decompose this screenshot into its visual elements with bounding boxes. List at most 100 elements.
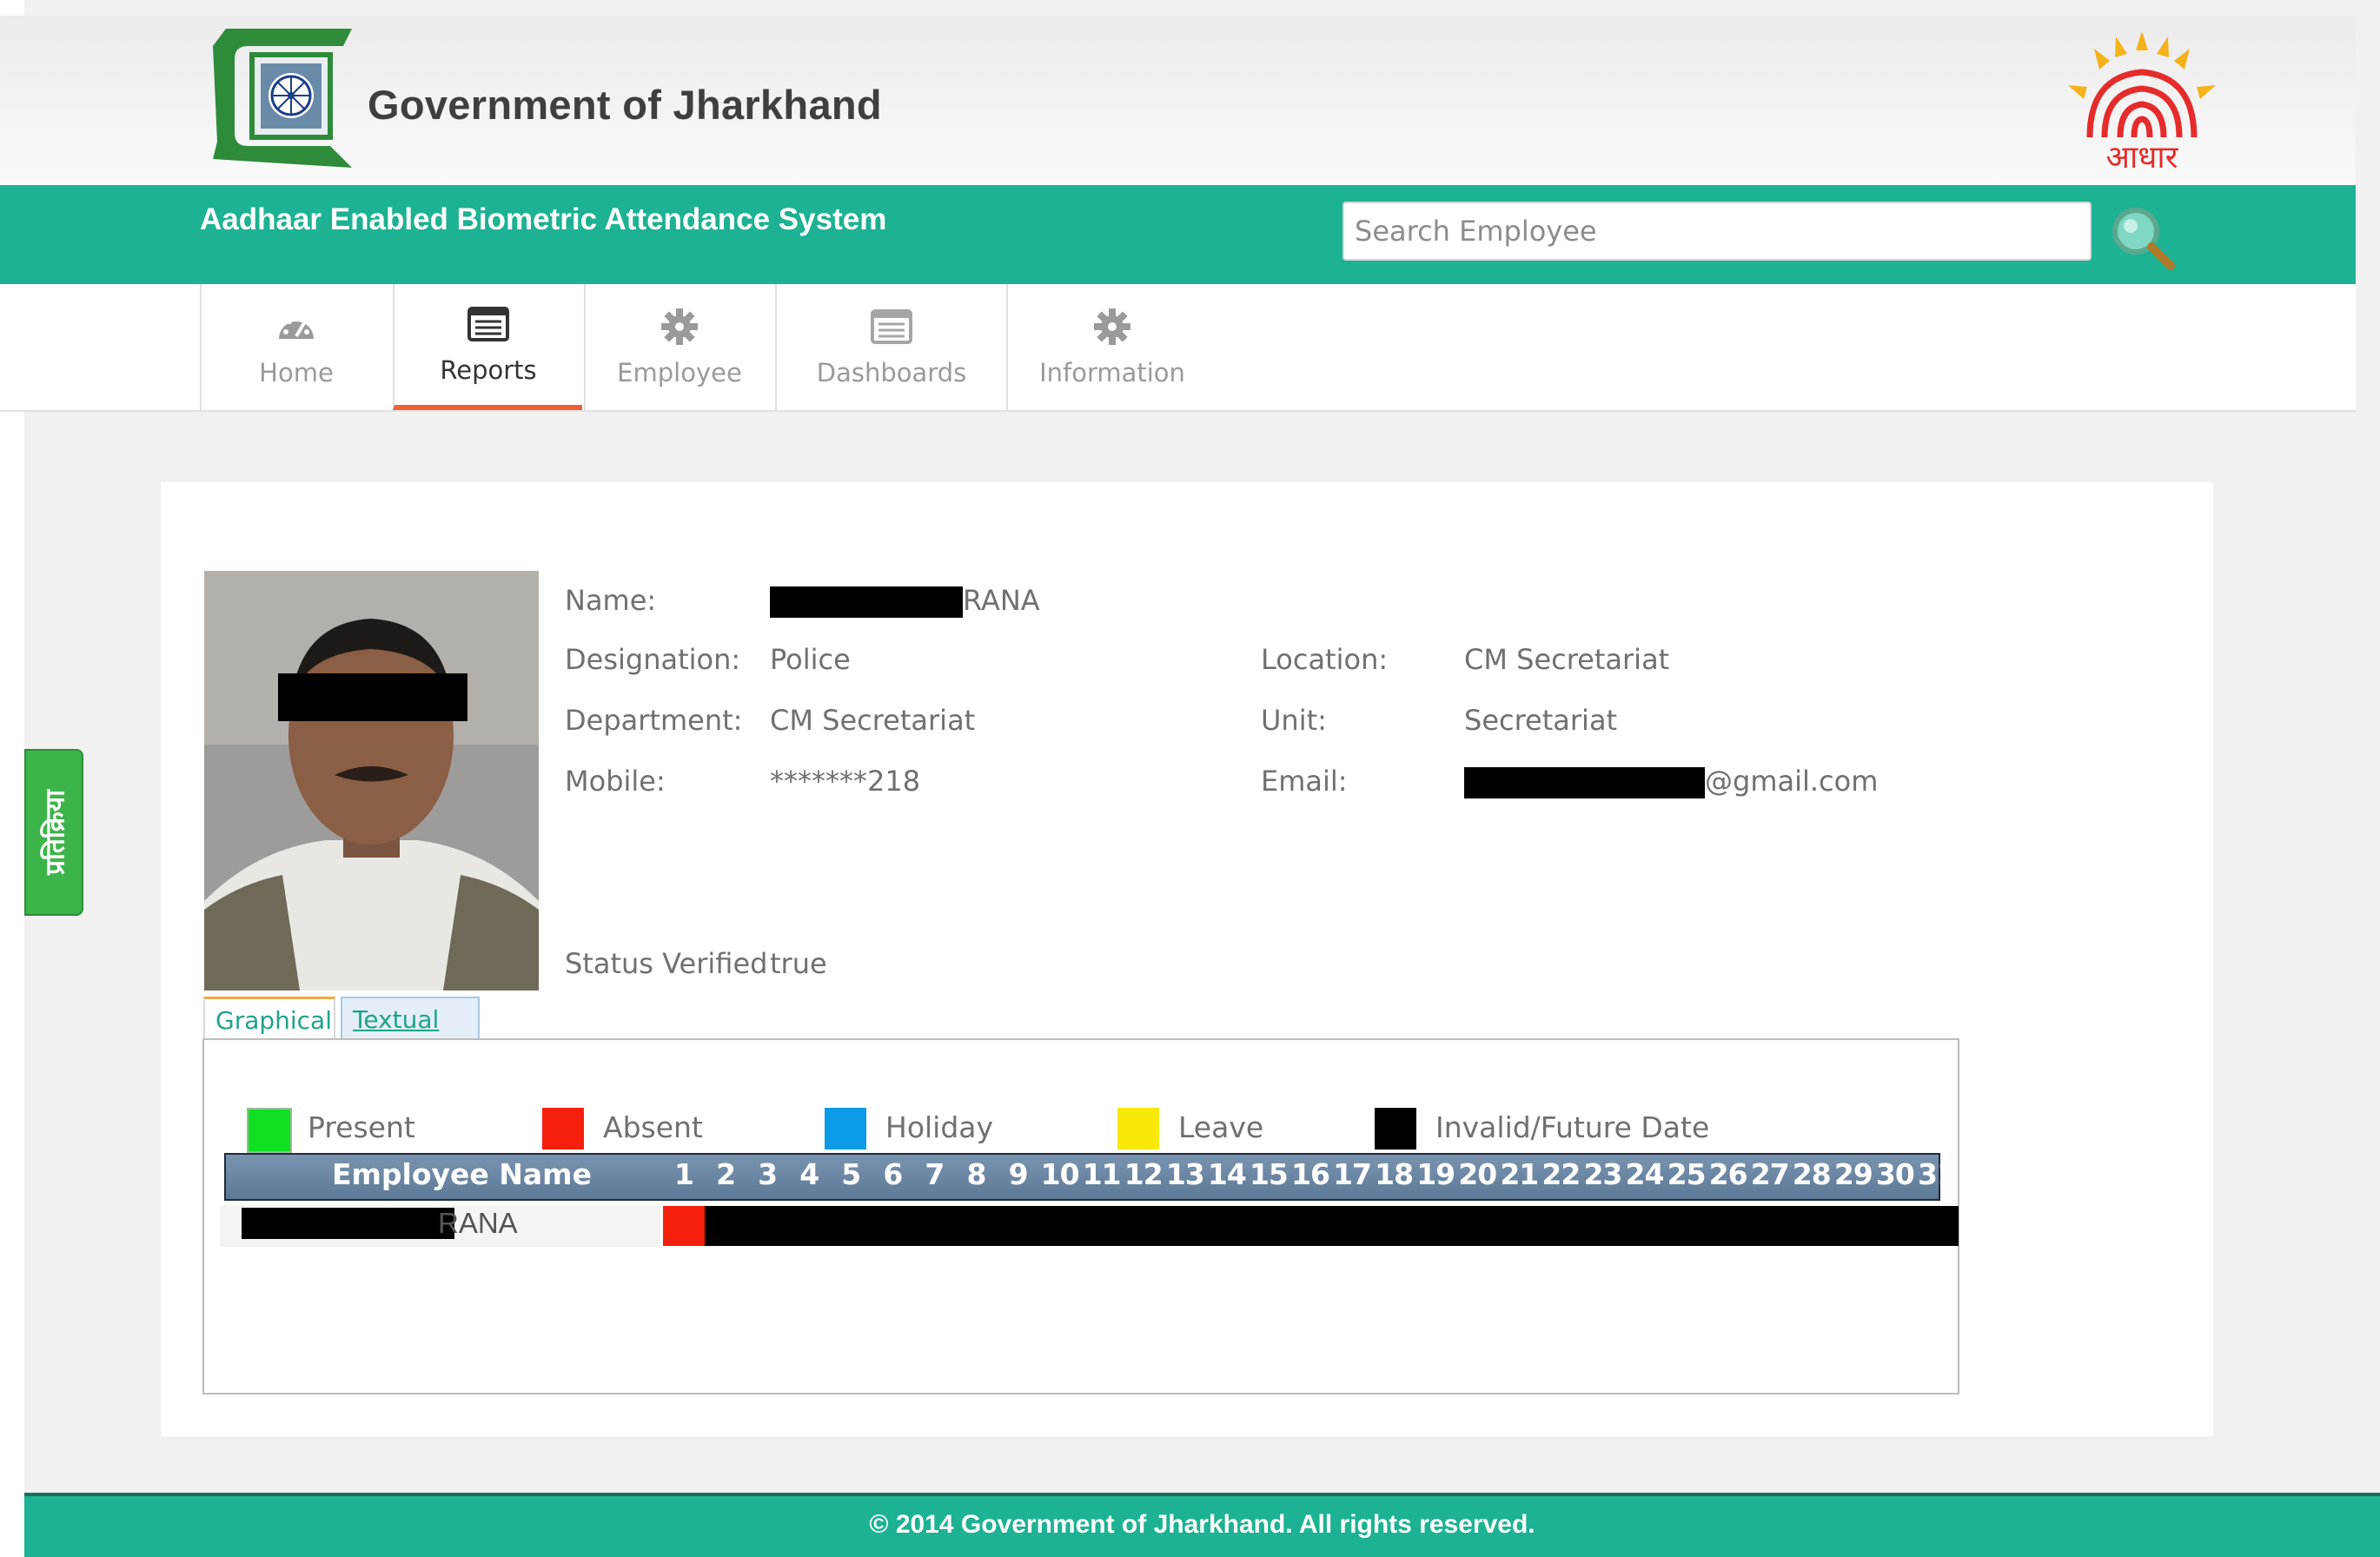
day-status-cell-30 [1873,1206,1917,1246]
day-status-cell-6 [872,1206,915,1246]
nav-employee-label: Employee [617,357,742,388]
tab-textual[interactable]: Textual [341,997,480,1040]
nav-reports-label: Reports [440,354,537,385]
employee-photo [204,571,539,991]
day-header-11: 11 [1082,1157,1122,1191]
day-status-cell-2 [705,1206,748,1246]
department-value: CM Secretariat [770,704,976,737]
search-icon[interactable] [2106,202,2179,275]
dashboard-gauge-icon [279,314,314,339]
day-header-24: 24 [1625,1157,1665,1191]
email-value: @gmail.com [1464,765,1878,798]
nav-employee[interactable]: Employee [584,284,773,410]
nav-divider [1006,284,1008,410]
day-status-cell-20 [1456,1206,1500,1246]
day-header-14: 14 [1207,1157,1247,1191]
footer-copyright: © 2014 Government of Jharkhand. All righ… [869,1510,1535,1539]
day-header-22: 22 [1541,1157,1581,1191]
gear-icon [1094,308,1130,345]
redaction-bar [770,586,963,618]
legend-holiday-swatch [825,1108,866,1150]
day-header-13: 13 [1165,1157,1205,1191]
status-verified-label: Status Verified [565,947,768,980]
day-status-cell-31 [1915,1206,1959,1246]
nav-home-label: Home [259,357,334,388]
nav-dashboards[interactable]: Dashboards [775,284,1006,410]
day-status-cell-29 [1832,1206,1875,1246]
day-status-cell-7 [913,1206,957,1246]
legend-absent-label: Absent [603,1110,703,1144]
email-label: Email: [1261,765,1348,798]
jharkhand-emblem-logo [213,29,352,168]
site-footer: © 2014 Government of Jharkhand. All righ… [24,1493,2380,1557]
day-header-30: 30 [1875,1157,1915,1191]
legend-leave-swatch [1117,1108,1159,1150]
day-header-17: 17 [1333,1157,1372,1191]
legend-absent-swatch [542,1108,584,1150]
day-header-4: 4 [799,1157,819,1191]
legend-invalid-swatch [1375,1108,1416,1150]
report-list-icon [467,306,509,341]
day-status-cell-22 [1540,1206,1583,1246]
legend-leave-label: Leave [1178,1110,1264,1144]
day-header-28: 28 [1792,1157,1832,1191]
day-header-1: 1 [674,1157,694,1191]
search-employee-input[interactable] [1342,202,2092,261]
day-header-19: 19 [1416,1157,1455,1191]
nav-information[interactable]: Information [1008,284,1217,410]
aadhaar-logo: आधार [2068,31,2216,176]
unit-label: Unit: [1261,704,1327,737]
aadhaar-logo-text: आधार [2106,140,2179,176]
employee-name-column-header: Employee Name [332,1157,592,1191]
department-label: Department: [565,704,743,737]
email-value-text: @gmail.com [1705,765,1879,798]
system-title: Aadhaar Enabled Biometric Attendance Sys… [200,202,887,236]
day-status-cell-12 [1122,1206,1165,1246]
day-status-cell-26 [1707,1206,1750,1246]
day-status-cell-24 [1623,1206,1667,1246]
day-header-23: 23 [1583,1157,1622,1191]
day-status-cell-11 [1080,1206,1124,1246]
day-status-cell-9 [997,1206,1040,1246]
day-header-29: 29 [1833,1157,1873,1191]
day-status-cell-14 [1205,1206,1249,1246]
name-value: RANA [770,584,1040,618]
day-header-31: 31 [1917,1157,1957,1191]
day-status-cell-5 [830,1206,873,1246]
day-header-21: 21 [1500,1157,1539,1191]
day-header-16: 16 [1291,1157,1330,1191]
day-header-18: 18 [1375,1157,1414,1191]
day-header-5: 5 [841,1157,861,1191]
feedback-label: प्रतिक्रिया [40,790,71,875]
legend-invalid-label: Invalid/Future Date [1435,1110,1710,1144]
mobile-label: Mobile: [565,765,666,798]
location-label: Location: [1261,643,1389,676]
day-header-2: 2 [716,1157,736,1191]
redaction-bar [1464,767,1705,798]
day-status-cell-18 [1373,1206,1416,1246]
tab-graphical[interactable]: Graphical [203,997,335,1040]
nav-home[interactable]: Home [200,284,391,410]
day-header-15: 15 [1249,1157,1289,1191]
day-header-10: 10 [1040,1157,1080,1191]
redaction-bar [242,1208,454,1239]
day-header-6: 6 [883,1157,903,1191]
government-title: Government of Jharkhand [368,82,882,128]
day-status-cell-27 [1748,1206,1792,1246]
day-status-cell-25 [1665,1206,1708,1246]
nav-dashboards-label: Dashboards [816,357,967,388]
nav-information-label: Information [1039,357,1185,388]
site-header: Government of Jharkhand आधार [0,16,2356,185]
day-status-cell-4 [788,1206,832,1246]
legend-present-swatch [247,1108,292,1153]
feedback-tab[interactable]: प्रतिक्रिया [24,749,83,916]
row-employee-name: RANA [438,1207,518,1239]
mobile-value: *******218 [770,765,921,798]
day-header-20: 20 [1458,1157,1497,1191]
day-header-27: 27 [1750,1157,1790,1191]
day-header-9: 9 [1008,1157,1029,1191]
nav-reports[interactable]: Reports [393,284,582,410]
status-verified-value: true [770,947,827,980]
day-status-cell-23 [1581,1206,1625,1246]
day-status-cell-17 [1331,1206,1375,1246]
